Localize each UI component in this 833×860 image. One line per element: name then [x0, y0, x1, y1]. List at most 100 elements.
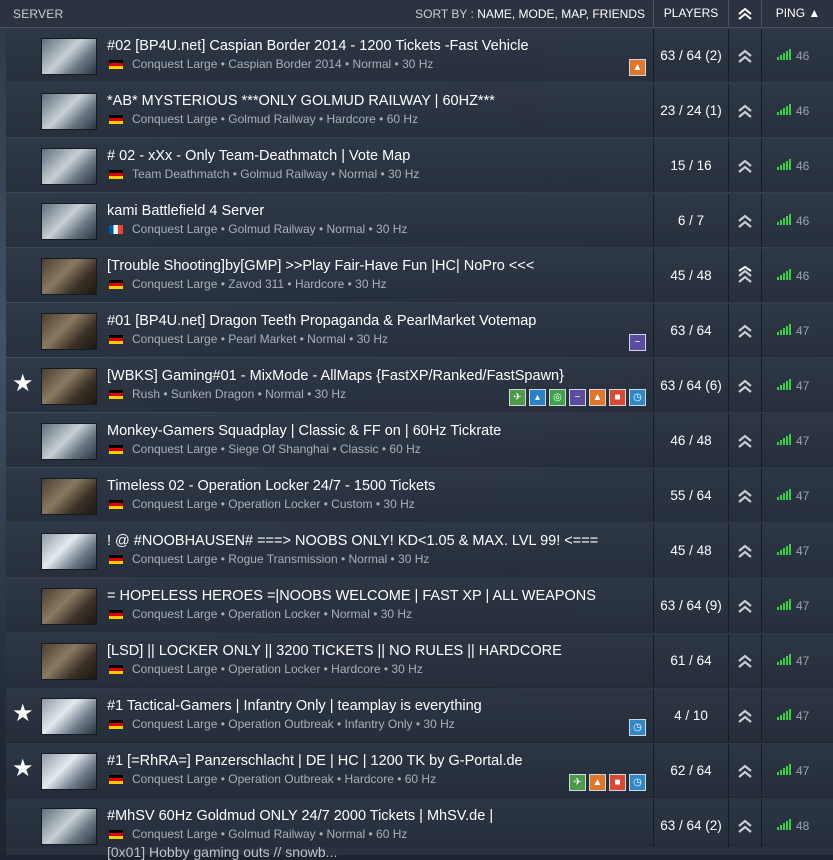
- ping-cell: 46: [761, 194, 833, 247]
- server-row[interactable]: = HOPELESS HEROES =|NOOBS WELCOME | FAST…: [6, 578, 833, 632]
- rank-chevron-icon: [728, 744, 761, 797]
- chevron-up-icon: [738, 7, 752, 20]
- server-badges: ✈ ▲ ■ ◷: [569, 774, 646, 791]
- server-name: #MhSV 60Hz Goldmud ONLY 24/7 2000 Ticket…: [107, 808, 494, 824]
- server-name: [Trouble Shooting]by[GMP] >>Play Fair-Ha…: [107, 258, 535, 274]
- ping-value: 47: [796, 764, 810, 778]
- ping-cell: 46: [761, 249, 833, 302]
- player-count: 63 / 64 (2): [653, 29, 728, 82]
- sort-options[interactable]: NAME, MODE, MAP, FRIENDS: [477, 7, 645, 21]
- server-row[interactable]: # 02 - xXx - Only Team-Deathmatch | Vote…: [6, 138, 833, 192]
- rank-chevron-icon: [728, 139, 761, 192]
- map-thumbnail: [41, 643, 97, 680]
- server-list-header: SERVER SORT BY : NAME, MODE, MAP, FRIEND…: [0, 0, 833, 28]
- country-flag-icon: [109, 334, 123, 344]
- server-mode-map: Conquest Large • Zavod 311 • Hardcore • …: [132, 277, 387, 291]
- signal-bars-icon: [777, 764, 792, 775]
- server-details: Conquest Large • Rogue Transmission • No…: [107, 552, 429, 566]
- player-count: 45 / 48: [653, 524, 728, 577]
- map-thumbnail: [41, 368, 97, 405]
- server-details: Conquest Large • Operation Locker • Hard…: [107, 662, 423, 676]
- partial-row[interactable]: [0x01] Hobby gaming outs // snowb...: [6, 844, 833, 860]
- rank-chevron-icon: [728, 194, 761, 247]
- rank-chevron-icon: [728, 249, 761, 302]
- signal-bars-icon: [777, 269, 792, 280]
- server-details: Conquest Large • Pearl Market • Normal •…: [107, 332, 388, 346]
- server-mode-map: Conquest Large • Golmud Railway • Normal…: [132, 827, 408, 841]
- ping-cell: 47: [761, 359, 833, 412]
- partial-row-name: [0x01] Hobby gaming outs // snowb...: [107, 844, 338, 860]
- server-row[interactable]: [Trouble Shooting]by[GMP] >>Play Fair-Ha…: [6, 248, 833, 302]
- map-thumbnail: [41, 588, 97, 625]
- server-row[interactable]: Monkey-Gamers Squadplay | Classic & FF o…: [6, 413, 833, 467]
- server-details: Conquest Large • Operation Outbreak • Ha…: [107, 772, 436, 786]
- column-ping[interactable]: PING ▲: [761, 0, 833, 27]
- server-row[interactable]: kami Battlefield 4 Server Conquest Large …: [6, 193, 833, 247]
- wave-badge-icon: ~: [569, 389, 586, 406]
- favorite-star-icon[interactable]: ★: [12, 757, 34, 781]
- server-mode-map: Conquest Large • Golmud Railway • Normal…: [132, 222, 408, 236]
- server-row[interactable]: ★ #1 Tactical-Gamers | Infantry Only | te…: [6, 688, 833, 742]
- player-count: 63 / 64 (2): [653, 799, 728, 852]
- ping-value: 46: [796, 214, 810, 228]
- server-name: #01 [BP4U.net] Dragon Teeth Propaganda &…: [107, 313, 537, 329]
- server-row[interactable]: [LSD] || LOCKER ONLY || 3200 TICKETS || …: [6, 633, 833, 687]
- signal-bars-icon: [777, 214, 792, 225]
- ping-value: 47: [796, 544, 810, 558]
- red-badge-icon: ■: [609, 774, 626, 791]
- server-badges: ◷: [629, 719, 646, 736]
- server-details: Conquest Large • Golmud Railway • Normal…: [107, 222, 407, 236]
- server-name: Monkey-Gamers Squadplay | Classic & FF o…: [107, 423, 502, 439]
- column-players[interactable]: PLAYERS: [653, 0, 728, 27]
- server-row[interactable]: #02 [BP4U.net] Caspian Border 2014 - 120…: [6, 28, 833, 82]
- map-thumbnail: [41, 753, 97, 790]
- ping-cell: 46: [761, 139, 833, 192]
- country-flag-icon: [109, 114, 123, 124]
- plane-badge-icon: ✈: [509, 389, 526, 406]
- country-flag-icon: [109, 169, 123, 179]
- server-row[interactable]: ★ #1 [=RhRA=] Panzerschlacht | DE | HC | …: [6, 743, 833, 797]
- time-badge-icon: ◷: [629, 774, 646, 791]
- server-row[interactable]: Timeless 02 - Operation Locker 24/7 - 15…: [6, 468, 833, 522]
- favorite-star-icon[interactable]: ★: [12, 702, 34, 726]
- map-thumbnail: [41, 38, 97, 75]
- server-mode-map: Conquest Large • Operation Locker • Hard…: [132, 662, 423, 676]
- signal-bars-icon: [777, 104, 792, 115]
- player-count: 55 / 64: [653, 469, 728, 522]
- player-count: 62 / 64: [653, 744, 728, 797]
- player-count: 63 / 64 (9): [653, 579, 728, 632]
- ping-value: 47: [796, 434, 810, 448]
- server-details: Conquest Large • Golmud Railway • Hardco…: [107, 112, 418, 126]
- signal-bars-icon: [777, 544, 792, 555]
- server-row[interactable]: ★ [WBKS] Gaming#01 - MixMode - AllMaps {F…: [6, 358, 833, 412]
- column-server[interactable]: SERVER: [13, 7, 63, 21]
- ping-value: 46: [796, 104, 810, 118]
- country-flag-icon: [109, 279, 123, 289]
- favorite-star-icon[interactable]: ★: [12, 372, 34, 396]
- server-mode-map: Conquest Large • Operation Locker • Norm…: [132, 607, 413, 621]
- rank-chevron-icon: [728, 469, 761, 522]
- server-row[interactable]: #01 [BP4U.net] Dragon Teeth Propaganda &…: [6, 303, 833, 357]
- server-name: #02 [BP4U.net] Caspian Border 2014 - 120…: [107, 38, 529, 54]
- map-thumbnail: [41, 808, 97, 845]
- plane-badge-icon: ✈: [569, 774, 586, 791]
- server-mode-map: Conquest Large • Operation Outbreak • In…: [132, 717, 455, 731]
- server-row[interactable]: ! @ #NOOBHAUSEN# ===> NOOBS ONLY! KD<1.0…: [6, 523, 833, 577]
- server-details: Conquest Large • Siege Of Shanghai • Cla…: [107, 442, 421, 456]
- country-flag-icon: [109, 609, 123, 619]
- country-flag-icon: [109, 664, 123, 674]
- ping-value: 47: [796, 709, 810, 723]
- rank-chevron-icon: [728, 414, 761, 467]
- server-name: Timeless 02 - Operation Locker 24/7 - 15…: [107, 478, 436, 494]
- sort-by-label: SORT BY :: [415, 7, 474, 21]
- server-row[interactable]: *AB* MYSTERIOUS ***ONLY GOLMUD RAILWAY |…: [6, 83, 833, 137]
- server-name: kami Battlefield 4 Server: [107, 203, 265, 219]
- player-count: 4 / 10: [653, 689, 728, 742]
- player-count: 6 / 7: [653, 194, 728, 247]
- fire-badge-icon: ▲: [629, 59, 646, 76]
- country-flag-icon: [109, 829, 123, 839]
- ping-cell: 46: [761, 84, 833, 137]
- ping-cell: 47: [761, 524, 833, 577]
- column-rank[interactable]: [728, 0, 761, 27]
- red-badge-icon: ■: [609, 389, 626, 406]
